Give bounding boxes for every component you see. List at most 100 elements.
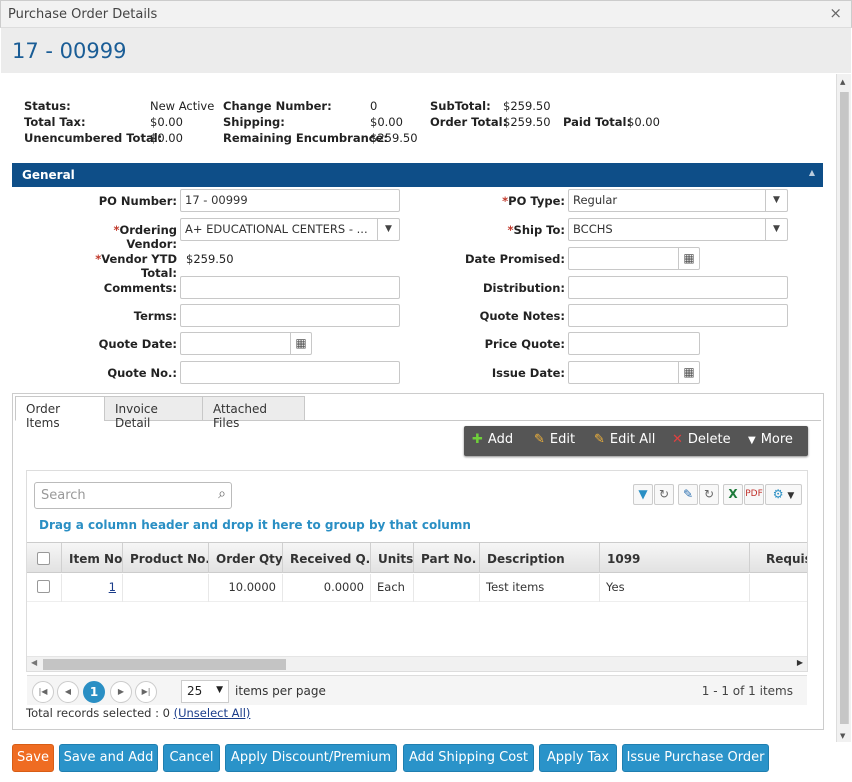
date-promised-label: Date Promised: [464,252,565,266]
add-shipping-button[interactable]: Add Shipping Cost [403,744,534,772]
row-checkbox[interactable] [27,574,62,602]
group-drop-hint[interactable]: Drag a column header and drop it here to… [39,518,471,532]
col-requis[interactable]: Requis [750,543,807,573]
calendar-icon[interactable]: ▦ [678,362,699,383]
table-row[interactable]: 1 10.0000 0.0000 Each Test items Yes [27,574,807,602]
chevron-down-icon[interactable]: ▼ [377,219,399,240]
ordering-vendor-select[interactable]: A+ EDUCATIONAL CENTERS - ... ▼ [180,218,400,241]
col-part-no[interactable]: Part No. [414,543,480,573]
total-tax-label: Total Tax: [24,115,86,129]
po-type-value: Regular [573,193,618,207]
page-size-select[interactable]: 25 ▼ [181,680,229,703]
po-header: 17 - 00999 [1,28,851,73]
col-units[interactable]: Units [371,543,414,573]
chevron-down-icon[interactable]: ▼ [765,219,787,240]
scrollbar-thumb[interactable] [840,92,849,724]
general-section-header[interactable]: General ▲ [12,163,823,187]
terms-field[interactable] [180,304,400,327]
shipping-value: $0.00 [370,115,403,129]
more-button[interactable]: ▼ More [748,426,793,456]
chevron-down-icon[interactable]: ▼ [216,685,223,695]
date-promised-field[interactable]: ▦ [568,247,700,270]
select-all-checkbox[interactable] [27,543,62,573]
tab-order-items[interactable]: Order Items [15,396,105,430]
vertical-scrollbar[interactable]: ▲ ▼ [836,74,851,742]
comments-field[interactable] [180,276,400,299]
scroll-right-icon[interactable]: ▶ [797,658,803,667]
col-item-no[interactable]: Item No. [62,543,123,573]
grid-pager: |◀ ◀ 1 ▶ ▶| 25 ▼ items per page 1 - 1 of … [27,675,807,705]
f1099-cell: Yes [600,574,750,602]
change-number-label: Change Number: [223,99,332,113]
order-total-value: $259.50 [503,115,551,129]
price-quote-label: Price Quote: [484,337,565,351]
item-no-link[interactable]: 1 [62,574,123,602]
vendor-ytd-label: *Vendor YTD Total: [95,252,177,280]
col-1099[interactable]: 1099 [600,543,750,573]
remaining-value: $259.50 [370,131,418,145]
col-product-no[interactable]: Product No. ▲ [123,543,209,573]
page-title: 17 - 00999 [12,39,127,63]
col-description[interactable]: Description [480,543,600,573]
edit-all-button[interactable]: ✎ Edit All [594,426,655,456]
requis-cell [750,574,807,602]
paid-total-value: $0.00 [627,115,660,129]
ship-to-select[interactable]: BCCHS ▼ [568,218,788,241]
save-and-add-button[interactable]: Save and Add [59,744,158,772]
scrollbar-thumb[interactable] [43,659,286,670]
tab-attached-files[interactable]: Attached Files [202,396,305,430]
distribution-field[interactable] [568,276,788,299]
issue-po-button[interactable]: Issue Purchase Order [622,744,769,772]
calendar-icon[interactable]: ▦ [678,248,699,269]
col-order-qty[interactable]: Order Qty. [209,543,283,573]
tab-invoice-detail[interactable]: Invoice Detail [104,396,203,430]
horizontal-scrollbar[interactable]: ◀ ▶ [27,656,807,671]
scroll-up-icon[interactable]: ▲ [840,78,845,86]
quote-date-label: Quote Date: [98,337,177,351]
search-icon[interactable]: ⌕ [218,486,226,502]
price-quote-field[interactable] [568,332,700,355]
po-type-select[interactable]: Regular ▼ [568,189,788,212]
apply-tax-button[interactable]: Apply Tax [539,744,617,772]
prev-page-icon[interactable]: ◀ [57,681,79,703]
comments-label: Comments: [103,281,177,295]
issue-date-label: Issue Date: [491,366,565,380]
next-page-icon[interactable]: ▶ [110,681,132,703]
po-number-field[interactable]: 17 - 00999 [180,189,400,212]
terms-label: Terms: [133,309,177,323]
po-type-label: *PO Type: [502,194,565,208]
pdf-icon[interactable]: PDF [744,484,764,505]
pencil-icon: ✎ [534,432,545,447]
cancel-button[interactable]: Cancel [163,744,220,772]
reset-icon[interactable]: ↻ [699,484,719,505]
edit-button[interactable]: ✎ Edit [534,426,575,456]
wrench-icon[interactable]: ✎ [678,484,698,505]
settings-icon[interactable]: ⚙ ▼ [765,484,802,505]
unselect-all-link[interactable]: (Unselect All) [174,706,251,720]
save-button[interactable]: Save [12,744,54,772]
search-input[interactable]: Search ⌕ [34,482,232,509]
quote-no-field[interactable] [180,361,400,384]
total-selected-text: Total records selected : 0 [26,706,170,720]
close-icon[interactable]: × [829,6,842,21]
po-number-label: PO Number: [98,194,177,208]
issue-date-field[interactable]: ▦ [568,361,700,384]
scroll-left-icon[interactable]: ◀ [31,658,37,667]
first-page-icon[interactable]: |◀ [32,681,54,703]
quote-date-field[interactable]: ▦ [180,332,312,355]
delete-button[interactable]: ✕ Delete [672,426,731,456]
collapse-icon[interactable]: ▲ [809,168,815,177]
add-button[interactable]: ✚ Add [472,426,513,456]
col-received-qty[interactable]: Received Q... [283,543,371,573]
product-no-cell [123,574,209,602]
excel-icon[interactable]: X [723,484,743,505]
chevron-down-icon[interactable]: ▼ [765,190,787,211]
last-page-icon[interactable]: ▶| [135,681,157,703]
quote-notes-field[interactable] [568,304,788,327]
refresh-icon[interactable]: ↻ [654,484,674,505]
filter-icon[interactable]: ▼ [633,484,653,505]
page-number-current[interactable]: 1 [83,681,105,703]
apply-discount-button[interactable]: Apply Discount/Premium [225,744,397,772]
scroll-down-icon[interactable]: ▼ [840,732,845,740]
calendar-icon[interactable]: ▦ [290,333,311,354]
